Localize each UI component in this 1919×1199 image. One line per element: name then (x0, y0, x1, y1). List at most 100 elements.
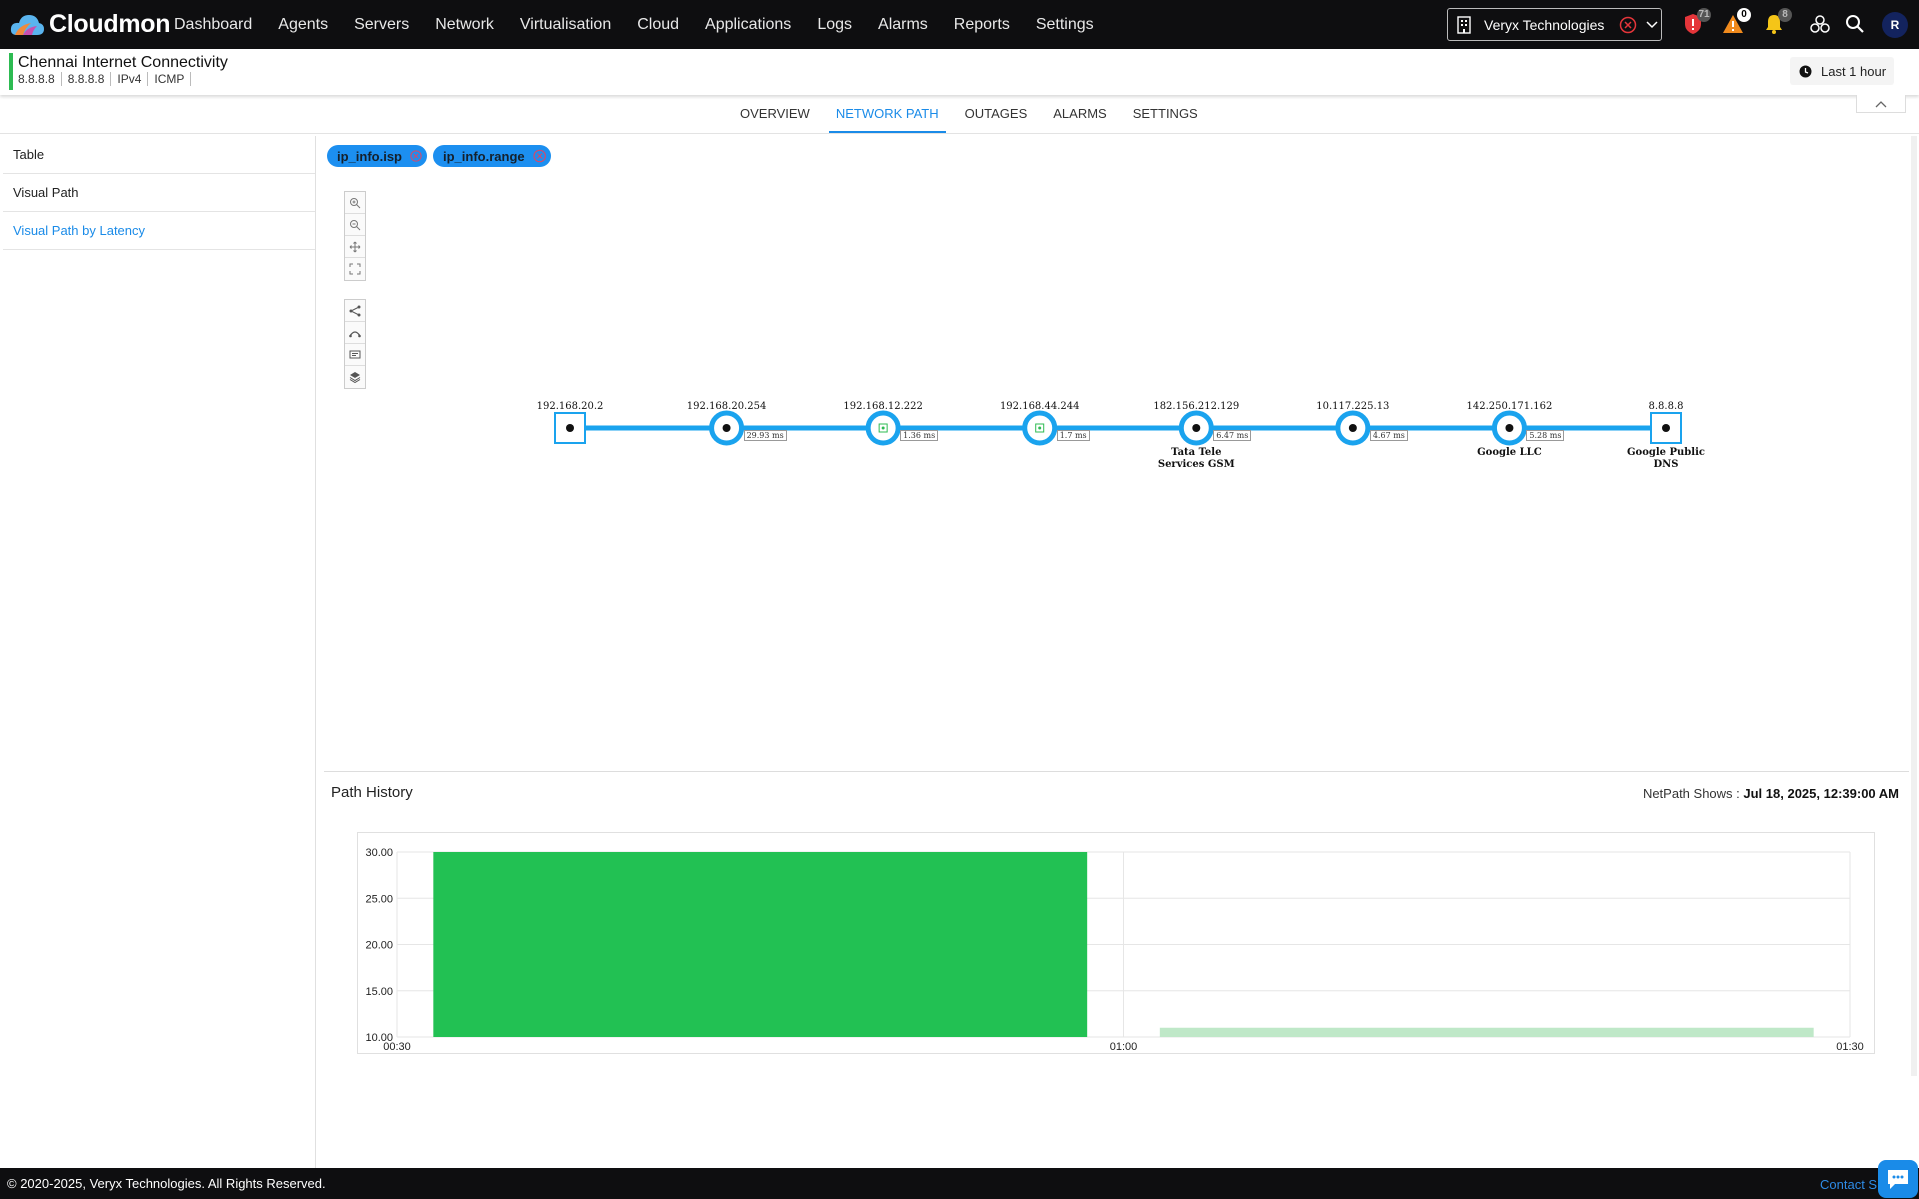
hop-dot (1662, 424, 1670, 432)
layers-icon (349, 372, 361, 383)
hop-ip-label: 192.168.20.2 (536, 401, 604, 412)
history-bar-1[interactable] (1159, 1027, 1814, 1037)
share-icon (349, 305, 361, 316)
zoom-in-button[interactable] (345, 192, 365, 214)
tab-network-path[interactable]: NETWORK PATH (828, 101, 946, 133)
notifications-badge: 8 (1778, 8, 1792, 22)
search-icon (1846, 15, 1864, 33)
monitor-title: Chennai Internet Connectivity (18, 54, 228, 71)
menu-item-table[interactable]: Table (3, 136, 315, 174)
tab-overview[interactable]: OVERVIEW (733, 101, 817, 133)
footer: © 2020-2025, Veryx Technologies. All Rig… (0, 1168, 1919, 1199)
main-nav: Dashboard Agents Servers Network Virtualisat… (174, 16, 1120, 34)
ip-version-tag: IPv4 (117, 72, 149, 86)
status-accent-bar (9, 53, 13, 90)
nav-settings[interactable]: Settings (1036, 16, 1094, 34)
layers-button[interactable] (345, 366, 365, 388)
clear-selection-icon[interactable] (1619, 16, 1637, 34)
filter-chip-range[interactable]: ip_info.range (433, 145, 551, 167)
hop-latency-label: 5.28 ms (1526, 430, 1565, 441)
protocol-tag: ICMP (154, 72, 192, 86)
menu-item-visual-path[interactable]: Visual Path (3, 174, 315, 212)
hop-ip-label: 182.156.212.129 (1153, 401, 1240, 412)
nav-virtualisation[interactable]: Virtualisation (520, 16, 611, 34)
hop-dot (722, 424, 731, 432)
y-tick-label: 20.00 (365, 940, 393, 952)
monitor-tabs: OVERVIEW NETWORK PATH OUTAGES ALARMS SETTING… (733, 101, 1217, 133)
integrations-button[interactable] (1808, 12, 1832, 36)
collapse-header-button[interactable] (1856, 95, 1906, 113)
hop-org-label: Google LLC (1477, 447, 1542, 458)
time-range-button[interactable]: Last 1 hour (1790, 57, 1894, 85)
nav-applications[interactable]: Applications (705, 16, 791, 34)
contact-support-link[interactable]: Contact S (1820, 1177, 1877, 1192)
tab-alarms[interactable]: ALARMS (1046, 101, 1113, 133)
fit-view-button[interactable] (345, 258, 365, 280)
target-host-tag: 8.8.8.8 (18, 72, 62, 86)
hop-org-label: Google Public DNS (1627, 447, 1705, 470)
copyright-text: © 2020-2025, Veryx Technologies. All Rig… (7, 1176, 326, 1191)
security-alert-button[interactable]: 71 (1681, 8, 1711, 36)
tabs-divider (0, 133, 1919, 134)
history-divider (324, 771, 1909, 772)
scrollbar[interactable] (1911, 136, 1917, 1076)
warning-badge: 0 (1737, 8, 1751, 22)
cloudmon-logo[interactable]: Cloudmon (9, 10, 174, 39)
hop-dot (566, 424, 574, 432)
netpath-shows-label: NetPath Shows : Jul 18, 2025, 12:39:00 A… (1643, 786, 1899, 801)
route-button[interactable] (345, 322, 365, 344)
path-history-chart[interactable]: 10.0015.0020.0025.0030.0000:30 01:00 01:30 (357, 832, 1875, 1054)
nav-dashboard[interactable]: Dashboard (174, 16, 252, 34)
hop-ip-label: 10.117.225.13 (1316, 401, 1390, 412)
menu-item-visual-path-by-latency[interactable]: Visual Path by Latency (3, 212, 315, 250)
remove-filter-icon[interactable] (533, 149, 546, 163)
zoom-in-icon (350, 197, 361, 208)
tab-settings[interactable]: SETTINGS (1126, 101, 1205, 133)
nav-network[interactable]: Network (435, 16, 494, 34)
building-icon (1457, 15, 1471, 34)
tab-outages[interactable]: OUTAGES (958, 101, 1035, 133)
fullscreen-icon (349, 263, 361, 275)
hop-latency-label: 29.93 ms (743, 430, 787, 441)
zoom-out-button[interactable] (345, 214, 365, 236)
nav-servers[interactable]: Servers (354, 16, 409, 34)
history-bar-0[interactable] (433, 852, 1088, 1037)
hop-org-label: Tata Tele Services GSM (1157, 447, 1235, 470)
move-icon (349, 241, 361, 252)
labels-button[interactable] (345, 344, 365, 366)
warning-alert-button[interactable]: 0 (1721, 8, 1751, 36)
hop-ip-label: 192.168.20.254 (686, 401, 767, 412)
target-ip-tag: 8.8.8.8 (68, 72, 112, 86)
chevron-down-icon[interactable] (1645, 18, 1659, 32)
user-avatar[interactable]: R (1882, 12, 1908, 38)
notifications-button[interactable]: 8 (1762, 8, 1792, 36)
organization-select[interactable]: Veryx Technologies (1447, 8, 1662, 41)
hop-latency-label: 4.67 ms (1369, 430, 1408, 441)
remove-filter-icon[interactable] (410, 149, 422, 163)
nav-logs[interactable]: Logs (817, 16, 852, 34)
share-button[interactable] (345, 300, 365, 322)
security-badge: 71 (1697, 8, 1711, 22)
chat-support-button[interactable] (1878, 1160, 1918, 1198)
y-tick-label: 25.00 (365, 893, 393, 905)
gateway-icon-dot (881, 426, 885, 430)
gateway-icon-dot (1038, 426, 1042, 430)
nav-cloud[interactable]: Cloud (637, 16, 679, 34)
zoom-out-icon (350, 219, 361, 230)
hop-dot (1348, 424, 1357, 432)
pan-button[interactable] (345, 236, 365, 258)
hop-dot (1192, 424, 1201, 432)
hop-dot (1505, 424, 1514, 432)
nav-alarms[interactable]: Alarms (878, 16, 928, 34)
hop-latency-label: 1.7 ms (1056, 430, 1090, 441)
nav-reports[interactable]: Reports (954, 16, 1010, 34)
hop-latency-label: 6.47 ms (1213, 430, 1252, 441)
netpath-shows-timestamp: Jul 18, 2025, 12:39:00 AM (1743, 786, 1899, 801)
nav-agents[interactable]: Agents (278, 16, 328, 34)
x-tick-label: 01:30 (1836, 1041, 1864, 1053)
filter-chip-isp[interactable]: ip_info.isp (327, 145, 427, 167)
time-range-label: Last 1 hour (1821, 63, 1887, 79)
organization-name: Veryx Technologies (1484, 16, 1605, 33)
view-menu: Table Visual Path Visual Path by Latency (3, 136, 316, 1168)
search-button[interactable] (1843, 12, 1867, 36)
